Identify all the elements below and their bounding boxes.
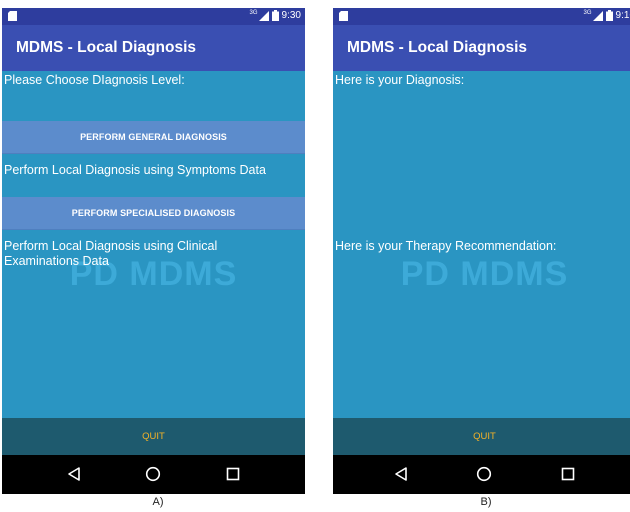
signal-icon [258, 10, 269, 21]
quit-button[interactable]: QUIT [2, 418, 305, 455]
network-type-label: 3G [249, 10, 258, 16]
home-icon[interactable] [474, 464, 494, 484]
content-area: Please Choose DIagnosis Level: PERFORM G… [2, 71, 305, 418]
content-area: Here is your Diagnosis: PD MDMS Here is … [333, 71, 630, 418]
battery-icon [271, 10, 279, 21]
watermark-logo: PD MDMS [400, 255, 569, 293]
diagnosis-label: Here is your Diagnosis: [335, 73, 465, 87]
sd-card-icon [339, 11, 348, 21]
app-title: MDMS - Local Diagnosis [347, 39, 527, 56]
signal-icon [592, 10, 603, 21]
phone-screen-a: 3G 9:30 MDMS - Local Diagnosis Please Ch… [2, 8, 305, 494]
phone-screen-b: 3G 9:16 MDMS - Local Diagnosis Here is y… [333, 8, 630, 494]
app-bar: MDMS - Local Diagnosis [333, 25, 630, 71]
specialised-diagnosis-description: Perform Local Diagnosis using Clinical E… [4, 239, 218, 268]
status-time: 9:30 [281, 10, 301, 21]
status-bar: 3G 9:30 [2, 8, 305, 25]
navigation-bar [2, 455, 305, 494]
recents-icon[interactable] [223, 464, 243, 484]
caption-a: A) [152, 496, 164, 508]
recents-icon[interactable] [558, 464, 578, 484]
therapy-recommendation-label: Here is your Therapy Recommendation: [335, 239, 557, 253]
app-title: MDMS - Local Diagnosis [16, 39, 196, 56]
network-type-label: 3G [583, 10, 592, 16]
general-diagnosis-description: Perform Local Diagnosis using Symptoms D… [4, 163, 266, 177]
back-icon[interactable] [391, 464, 411, 484]
back-icon[interactable] [64, 464, 84, 484]
general-diagnosis-button[interactable]: PERFORM GENERAL DIAGNOSIS [2, 121, 305, 154]
specialised-diagnosis-button[interactable]: PERFORM SPECIALISED DIAGNOSIS [2, 197, 305, 230]
sd-card-icon [8, 11, 17, 21]
status-time: 9:16 [615, 10, 630, 21]
status-bar: 3G 9:16 [333, 8, 630, 25]
caption-b: B) [480, 496, 492, 508]
app-bar: MDMS - Local Diagnosis [2, 25, 305, 71]
navigation-bar [333, 455, 630, 494]
quit-button[interactable]: QUIT [333, 418, 630, 455]
battery-icon [605, 10, 613, 21]
choose-level-prompt: Please Choose DIagnosis Level: [4, 73, 185, 87]
home-icon[interactable] [143, 464, 163, 484]
